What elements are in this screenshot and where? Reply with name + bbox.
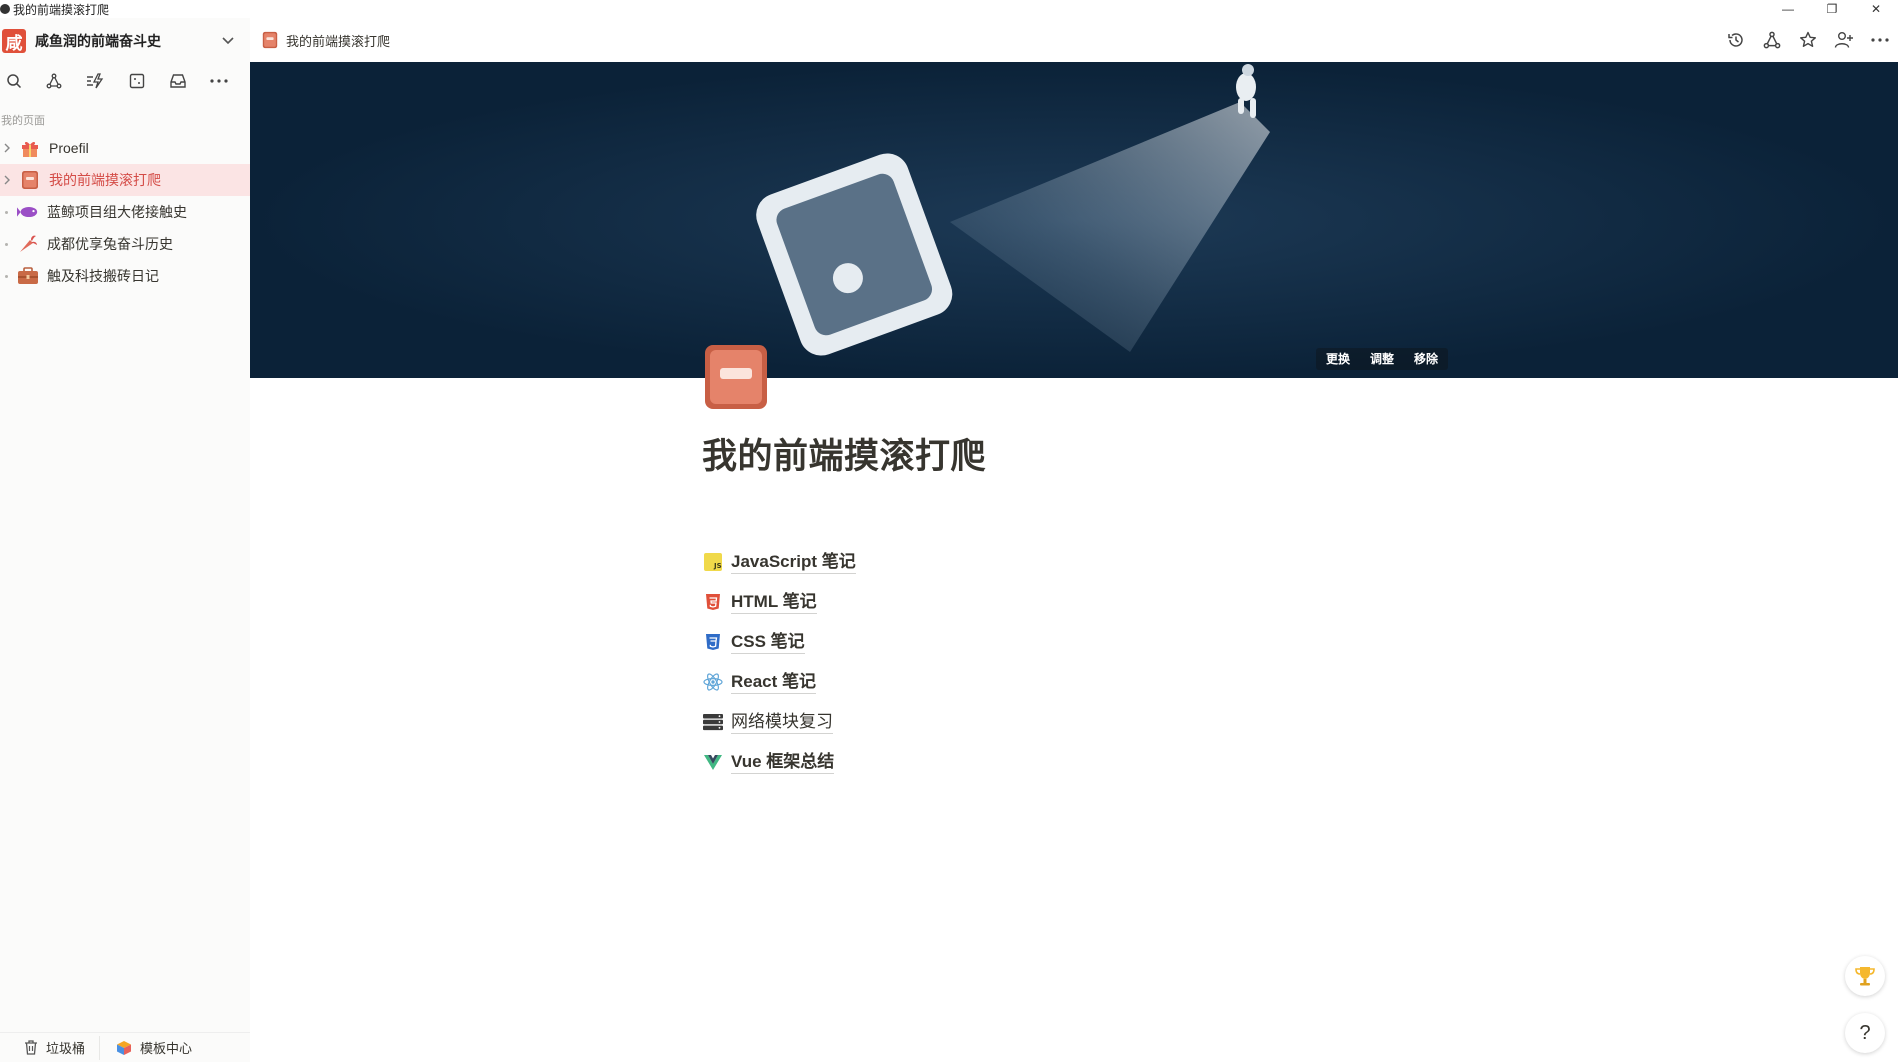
subpage-link-label: React 笔记 [731,671,817,694]
subpage-link-label: HTML 笔记 [731,591,817,614]
page-actions [1718,18,1898,62]
book-icon [262,31,278,49]
javascript-icon: JS [703,552,723,572]
trash-label: 垃圾桶 [46,1041,86,1056]
close-button[interactable]: ✕ [1854,0,1898,18]
remove-cover-button[interactable]: 移除 [1404,348,1448,370]
workspace-switcher[interactable]: 咸 咸鱼润的前端奋斗史 [0,18,250,64]
sidebar-item-chengdu[interactable]: 成都优享兔奋斗历史 [0,228,250,260]
star-icon[interactable] [1790,22,1826,58]
search-icon[interactable] [4,70,24,92]
fish-icon [17,201,39,223]
app-icon [0,4,10,14]
change-cover-button[interactable]: 更换 [1316,348,1360,370]
template-cube-icon [117,1040,132,1055]
subpage-link-html[interactable]: HTML 笔记 [703,582,856,622]
breadcrumb[interactable]: 我的前端摸滚打爬 [261,31,390,50]
subpage-link-css[interactable]: CSS 笔记 [703,622,856,662]
more-icon[interactable] [1862,22,1898,58]
book-icon [19,169,41,191]
restore-button[interactable]: ❐ [1810,0,1854,18]
minimize-button[interactable]: — [1766,0,1810,18]
sidebar-toolbar [0,64,250,98]
css3-icon [703,632,723,652]
updates-icon[interactable] [85,70,105,92]
window-titlebar: 我的前端摸滚打爬 — ❐ ✕ [0,0,1898,18]
history-icon[interactable] [1718,22,1754,58]
gift-icon [19,137,41,159]
template-center-label: 模板中心 [140,1041,193,1056]
sidebar-item-label: Proefil [49,140,89,156]
html5-icon [703,592,723,612]
sidebar-footer: 垃圾桶 模板中心 [0,1032,250,1062]
sidebar: 咸 咸鱼润的前端奋斗史 我的页面 Proefil 我的前端摸滚打爬 蓝鲸项目组大… [0,18,250,1062]
trash-button[interactable]: 垃圾桶 [24,1033,85,1062]
book-icon[interactable] [703,343,769,411]
templates-icon[interactable] [127,70,147,92]
sidebar-item-label: 触及科技搬砖日记 [47,268,159,284]
server-icon [703,712,723,732]
page-topbar: 我的前端摸滚打爬 [250,18,1898,62]
subpage-link-label: JavaScript 笔记 [731,551,856,574]
reposition-cover-button[interactable]: 调整 [1360,348,1404,370]
page-tree: Proefil 我的前端摸滚打爬 蓝鲸项目组大佬接触史 成都优享兔奋斗历史 触及… [0,132,250,292]
subpage-link-label: Vue 框架总结 [731,751,835,774]
subpage-link-label: CSS 笔记 [731,631,805,654]
workspace-logo: 咸 [2,29,26,53]
bullet-dot [5,274,8,278]
breadcrumb-label: 我的前端摸滚打爬 [286,33,391,49]
share-icon[interactable] [1754,22,1790,58]
workspace-name: 咸鱼润的前端奋斗史 [35,33,161,49]
chevron-right-icon[interactable] [1,142,13,154]
help-button[interactable]: ? [1845,1013,1885,1053]
sidebar-item-lanjing[interactable]: 蓝鲸项目组大佬接触史 [0,196,250,228]
page-cover[interactable]: 更换 调整 移除 [250,62,1898,378]
inbox-icon[interactable] [168,70,188,92]
trophy-button[interactable] [1845,956,1885,996]
section-label-my-pages: 我的页面 [1,115,45,127]
sidebar-item-proefil[interactable]: Proefil [0,132,250,164]
more-icon[interactable] [209,70,229,92]
carrot-icon [17,233,39,255]
svg-text:JS: JS [713,562,722,570]
sidebar-item-label: 蓝鲸项目组大佬接触史 [47,204,187,220]
template-center-button[interactable]: 模板中心 [116,1033,192,1062]
bullet-dot [5,210,8,214]
trophy-icon [1855,967,1875,986]
subpage-links: JS JavaScript 笔记 HTML 笔记 CSS 笔记 React 笔记… [703,542,856,782]
sidebar-item-chuji[interactable]: 触及科技搬砖日记 [0,260,250,292]
subpage-link-network[interactable]: 网络模块复习 [703,702,856,742]
cover-actions: 更换 调整 移除 [1316,348,1449,370]
react-icon [703,672,723,692]
share-icon[interactable] [44,70,64,92]
subpage-link-label: 网络模块复习 [731,711,833,734]
briefcase-icon [17,265,39,287]
chevron-right-icon[interactable] [1,174,13,186]
sidebar-item-frontend[interactable]: 我的前端摸滚打爬 [0,164,250,196]
window-title: 我的前端摸滚打爬 [13,2,110,17]
sidebar-item-label: 成都优享兔奋斗历史 [47,236,173,252]
subpage-link-react[interactable]: React 笔记 [703,662,856,702]
cover-illustration [250,62,1898,378]
trash-icon [25,1040,37,1055]
chevron-down-icon[interactable] [220,32,236,48]
sidebar-item-label: 我的前端摸滚打爬 [49,172,161,188]
subpage-link-javascript[interactable]: JS JavaScript 笔记 [703,542,856,582]
footer-divider [99,1035,101,1060]
bullet-dot [5,242,8,246]
subpage-link-vue[interactable]: Vue 框架总结 [703,742,856,782]
vue-icon [703,752,723,772]
add-user-icon[interactable] [1826,22,1862,58]
window-controls: — ❐ ✕ [1766,0,1898,18]
page-title[interactable]: 我的前端摸滚打爬 [702,428,986,479]
